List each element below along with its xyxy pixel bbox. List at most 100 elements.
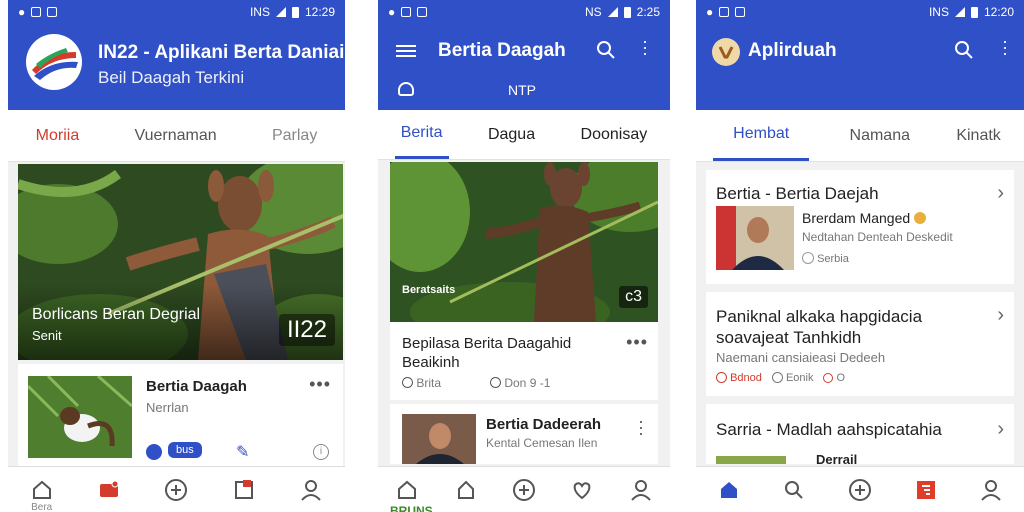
app-logo bbox=[712, 38, 740, 66]
carrier-label: NS bbox=[584, 5, 602, 19]
info-icon[interactable]: i bbox=[313, 444, 329, 460]
bookmark-icon[interactable] bbox=[230, 476, 258, 504]
card-title: Bertia - Bertia Daejah bbox=[716, 184, 879, 203]
home-icon[interactable] bbox=[393, 476, 421, 504]
story-tag[interactable]: bus bbox=[168, 442, 202, 458]
chevron-right-icon[interactable]: › bbox=[997, 304, 1004, 327]
bottom-peek-label: BRUNS bbox=[390, 504, 433, 512]
more-options-icon[interactable]: ••• bbox=[309, 374, 331, 395]
bottom-navigation bbox=[696, 466, 1024, 512]
news-card[interactable]: Sarria - Madlah aahspicatahia › Derrail bbox=[706, 404, 1014, 467]
tab-bar: Hembat Namana Kinatk bbox=[696, 110, 1024, 162]
story-subtitle: Kental Cemesan Ilen bbox=[486, 436, 598, 450]
tab-hembat[interactable]: Hembat bbox=[713, 110, 810, 161]
tag-icon bbox=[802, 252, 814, 264]
tab-namana[interactable]: Namana bbox=[844, 110, 916, 161]
hero-caption-title: Borlicans Beran Degrial bbox=[32, 306, 201, 323]
hero-badge: II22 bbox=[278, 314, 335, 346]
newsfeed-icon[interactable] bbox=[912, 476, 940, 504]
more-options-icon[interactable]: ••• bbox=[626, 332, 648, 353]
app-header: IN22 - Aplikani Berta Daniai Beil Daagah… bbox=[8, 24, 345, 110]
app-header: Bertia Daagah · · · NTP bbox=[378, 24, 670, 110]
edition-icon[interactable] bbox=[398, 82, 414, 96]
add-icon[interactable] bbox=[162, 476, 190, 504]
meta-text: O bbox=[836, 372, 846, 384]
gallery-notification-icon bbox=[719, 7, 730, 17]
tab-kinatk[interactable]: Kinatk bbox=[950, 110, 1006, 161]
chevron-right-icon[interactable]: › bbox=[997, 418, 1004, 441]
meta-text: Don 9 -1 bbox=[504, 376, 551, 390]
story-thumbnail bbox=[28, 376, 132, 458]
story-title: Bertia Daagah bbox=[146, 378, 247, 395]
article-card[interactable]: Bepilasa Berita Daagahid Beaikinh ••• Br… bbox=[390, 322, 658, 400]
tab-label: Parlay bbox=[271, 126, 318, 144]
tab-berita[interactable]: Berita bbox=[394, 110, 449, 159]
chevron-right-icon[interactable]: › bbox=[997, 182, 1004, 205]
clock: 2:25 bbox=[636, 5, 660, 19]
search-icon[interactable] bbox=[596, 40, 616, 65]
inbox-icon[interactable] bbox=[95, 476, 123, 504]
share-icon[interactable] bbox=[146, 444, 162, 460]
status-bar: ● INS 12:29 bbox=[8, 0, 345, 24]
meta-text: Bdnod bbox=[730, 372, 762, 384]
tab-parlay[interactable]: Parlay bbox=[266, 110, 323, 161]
flag-icon bbox=[823, 373, 834, 383]
tab-doonisay[interactable]: Doonisay bbox=[575, 110, 654, 159]
tab-label: Namana bbox=[849, 126, 910, 144]
tab-vuernaman[interactable]: Vuernaman bbox=[129, 110, 223, 161]
tab-label: Moriia bbox=[35, 126, 80, 144]
home-icon[interactable] bbox=[715, 476, 743, 504]
hero-caption-subtitle: Senit bbox=[32, 328, 62, 343]
hero-badge: c3 bbox=[619, 286, 648, 308]
location-icon: ● bbox=[388, 5, 396, 19]
hero-image-card[interactable]: Borlicans Beran Degrial Senit II22 bbox=[18, 164, 343, 360]
meta-item-comments: Eonik bbox=[771, 372, 814, 384]
story-card[interactable]: Bertia Dadeerah Kental Cemesan Ilen · · · bbox=[390, 404, 658, 464]
home-icon[interactable]: Bera bbox=[28, 476, 56, 512]
overflow-menu-icon[interactable]: · · · bbox=[642, 32, 648, 62]
story-card[interactable]: Bertia Daagah Nerrlan ••• bus ✎ i bbox=[18, 364, 343, 468]
story-subtitle: Nerrlan bbox=[146, 400, 189, 415]
favorites-icon[interactable] bbox=[568, 476, 596, 504]
bottom-navigation: Bera bbox=[8, 466, 345, 512]
like-icon[interactable]: ✎ bbox=[236, 442, 249, 462]
profile-icon[interactable] bbox=[977, 476, 1005, 504]
news-card[interactable]: Paniknal alkaka hapgidacia soavajeat Tan… bbox=[706, 292, 1014, 396]
battery-icon bbox=[970, 6, 978, 18]
overflow-menu-icon[interactable]: · · · bbox=[1002, 32, 1008, 62]
card-title: Paniknal alkaka hapgidacia soavajeat Tan… bbox=[716, 307, 923, 347]
signal-icon bbox=[954, 7, 965, 17]
profile-icon[interactable] bbox=[297, 476, 325, 504]
status-bar: ● INS 12:20 bbox=[696, 0, 1024, 24]
carrier-label: INS bbox=[928, 5, 949, 19]
clock: 12:29 bbox=[304, 5, 335, 19]
phone-screen-1: ● INS 12:29 IN22 - Aplikani Berta Daniai bbox=[8, 0, 345, 512]
meta-item-live: Bdnod bbox=[716, 372, 762, 384]
add-icon[interactable] bbox=[846, 476, 874, 504]
tab-dagua[interactable]: Dagua bbox=[482, 110, 541, 159]
more-options-icon[interactable]: · · · bbox=[638, 412, 644, 442]
app-title: Bertia Daagah bbox=[438, 40, 566, 61]
location-icon: ● bbox=[706, 5, 714, 19]
explore-icon[interactable] bbox=[452, 476, 480, 504]
menu-icon[interactable] bbox=[396, 42, 416, 60]
hero-image-card[interactable]: Beratsaits c3 bbox=[390, 162, 658, 322]
app-header: Aplirduah · · · bbox=[696, 24, 1024, 110]
search-icon[interactable] bbox=[780, 476, 808, 504]
tab-label: Kinatk bbox=[956, 126, 1001, 144]
card-peek-text: Derrail bbox=[816, 452, 858, 467]
tab-bar: Moriia Vuernaman Parlay bbox=[8, 110, 345, 162]
hero-photo bbox=[390, 162, 658, 322]
battery-icon bbox=[291, 6, 299, 18]
app-logo bbox=[26, 34, 82, 90]
battery-icon bbox=[623, 6, 631, 18]
news-card[interactable]: Bertia - Bertia Daejah › Brerdam Manged … bbox=[706, 170, 1014, 284]
header-sub-label: NTP bbox=[508, 82, 536, 98]
profile-icon[interactable] bbox=[627, 476, 655, 504]
tab-moriia[interactable]: Moriia bbox=[30, 110, 86, 161]
tag-text: Serbia bbox=[817, 253, 849, 265]
tab-label: Berita bbox=[400, 124, 443, 141]
search-icon[interactable] bbox=[954, 40, 974, 65]
add-icon[interactable] bbox=[510, 476, 538, 504]
meta-text: Eonik bbox=[785, 372, 814, 384]
